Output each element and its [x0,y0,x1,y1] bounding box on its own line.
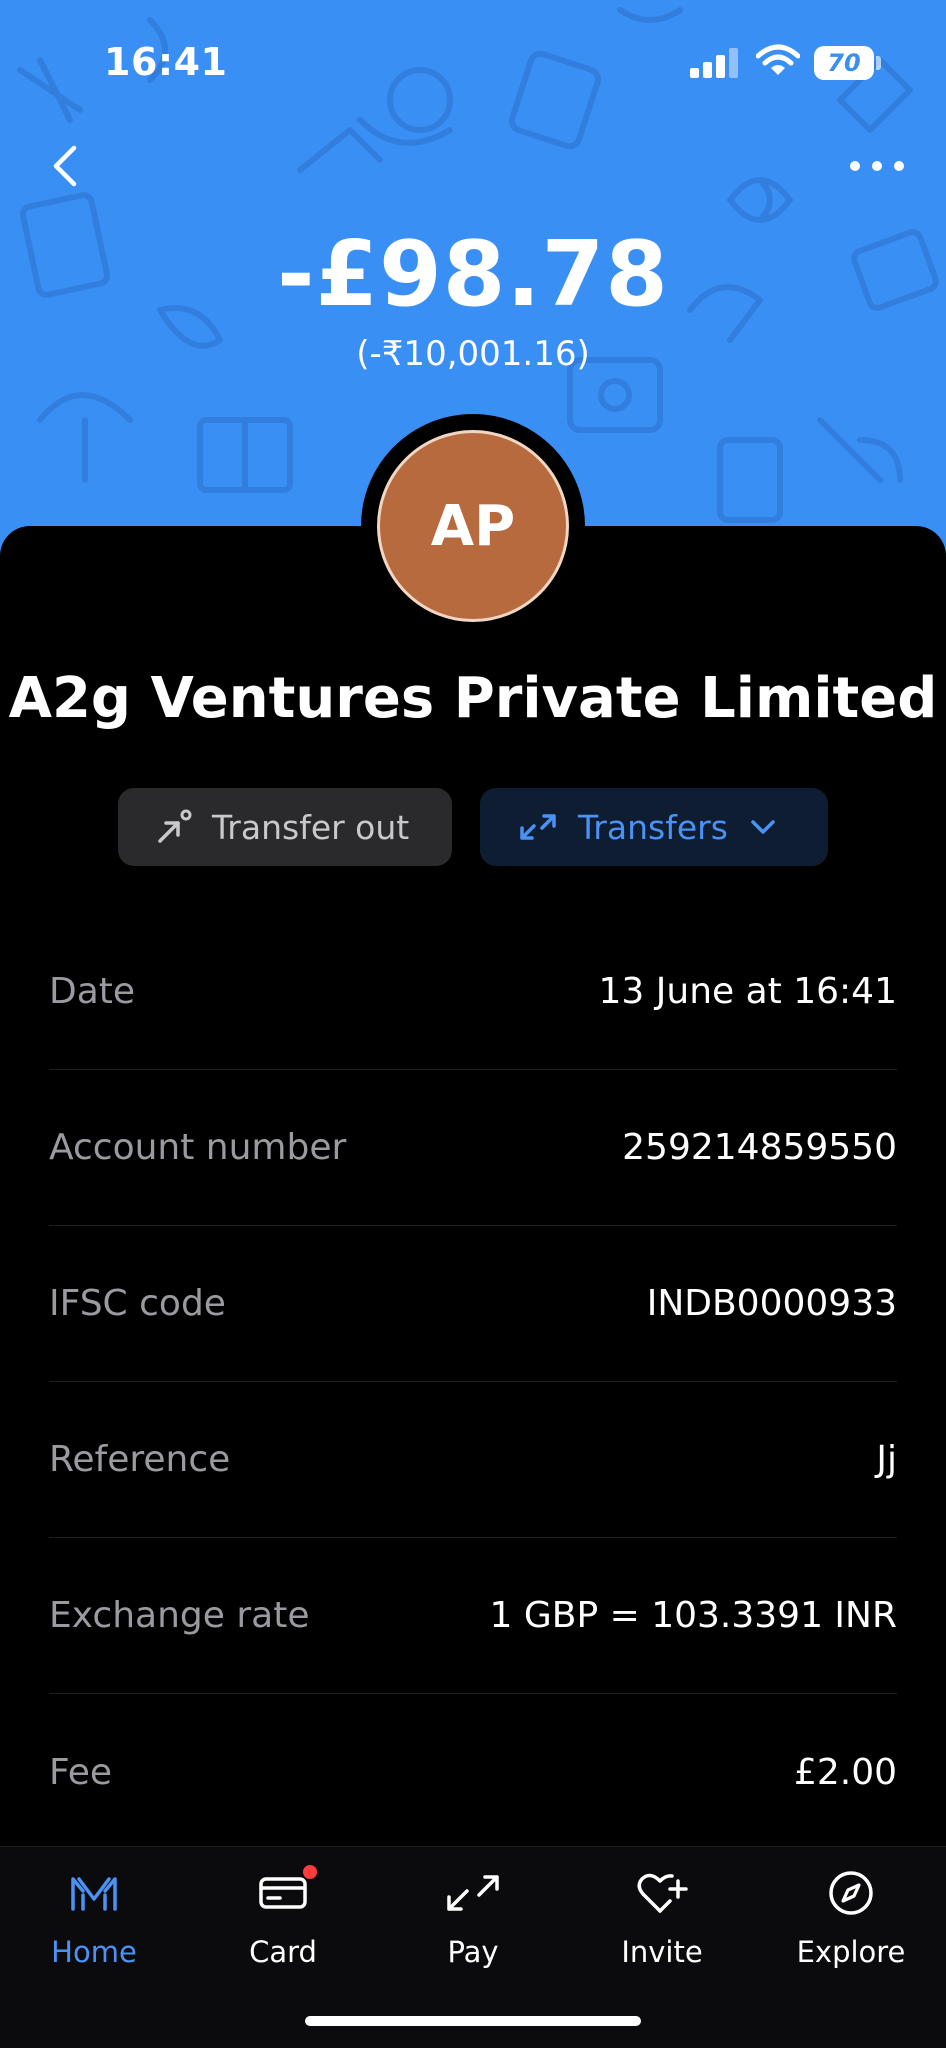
detail-row-date: Date 13 June at 16:41 [49,914,897,1070]
detail-label: Fee [49,1751,113,1793]
wifi-icon [756,44,800,75]
detail-row-account-number[interactable]: Account number 259214859550 [49,1070,897,1226]
tab-label: Invite [621,1935,703,1969]
detail-label: Account number [49,1127,347,1168]
avatar-ring: AP [361,414,585,638]
transaction-chips: Transfer out Transfers [118,788,828,866]
detail-label: Reference [49,1439,231,1480]
detail-label: Date [49,971,136,1012]
tab-home[interactable]: Home [14,1865,174,1985]
tab-label: Explore [796,1935,906,1969]
status-time: 16:41 [104,40,228,84]
transfer-out-chip[interactable]: Transfer out [118,788,452,866]
arrow-out-icon [158,809,192,843]
detail-value: £2.00 [793,1751,897,1793]
detail-row-fee: Fee £2.00 [49,1694,897,1850]
battery-cap [876,56,881,70]
more-options-button[interactable] [844,146,910,186]
tab-explore[interactable]: Explore [771,1865,931,1985]
heart-plus-icon [634,1865,690,1921]
merchant-name: A2g Ventures Private Limited [8,666,938,731]
tab-pay[interactable]: Pay [393,1865,553,1985]
detail-value: Jj [876,1439,897,1480]
more-dot [894,161,904,171]
compass-icon [823,1865,879,1921]
tab-label: Home [51,1935,137,1969]
tab-label: Pay [447,1935,499,1969]
detail-row-ifsc-code[interactable]: IFSC code INDB0000933 [49,1226,897,1382]
back-button[interactable] [40,136,90,196]
tab-invite[interactable]: Invite [582,1865,742,1985]
chevron-down-icon [751,820,775,834]
home-indicator[interactable] [305,2016,641,2026]
detail-label: Exchange rate [49,1595,310,1636]
detail-row-reference[interactable]: Reference Jj [49,1382,897,1538]
status-bar: 16:41 70 [0,0,946,120]
detail-row-exchange-rate: Exchange rate 1 GBP = 103.3391 INR [49,1538,897,1694]
more-dot [850,161,860,171]
transaction-amount: -£98.78 [277,222,669,327]
battery-icon: 70 [814,46,874,80]
transfer-out-label: Transfer out [212,807,410,847]
tab-card[interactable]: Card [203,1865,363,1985]
transaction-detail-screen: 16:41 70 -£98.78 (-₹10,001.16) AP A2g Ve… [0,0,946,2048]
merchant-avatar: AP [377,430,569,622]
category-label: Transfers [578,807,728,847]
category-chip[interactable]: Transfers [480,788,828,866]
notification-badge [303,1865,317,1879]
detail-value: INDB0000933 [646,1283,897,1324]
converted-amount: (-₹10,001.16) [356,334,590,374]
transfer-arrows-icon [520,814,556,840]
transaction-details-list: Date 13 June at 16:41 Account number 259… [49,914,897,1850]
more-dot [872,161,882,171]
detail-label: IFSC code [49,1283,226,1324]
detail-value: 1 GBP = 103.3391 INR [489,1595,897,1636]
card-icon [255,1865,317,1921]
monzo-logo-icon [66,1865,122,1921]
tab-label: Card [249,1935,317,1969]
cellular-signal-icon [690,48,738,78]
chevron-left-icon [53,145,77,187]
transfer-arrows-icon [445,1865,501,1921]
detail-value: 259214859550 [622,1127,897,1168]
detail-value: 13 June at 16:41 [598,971,897,1012]
